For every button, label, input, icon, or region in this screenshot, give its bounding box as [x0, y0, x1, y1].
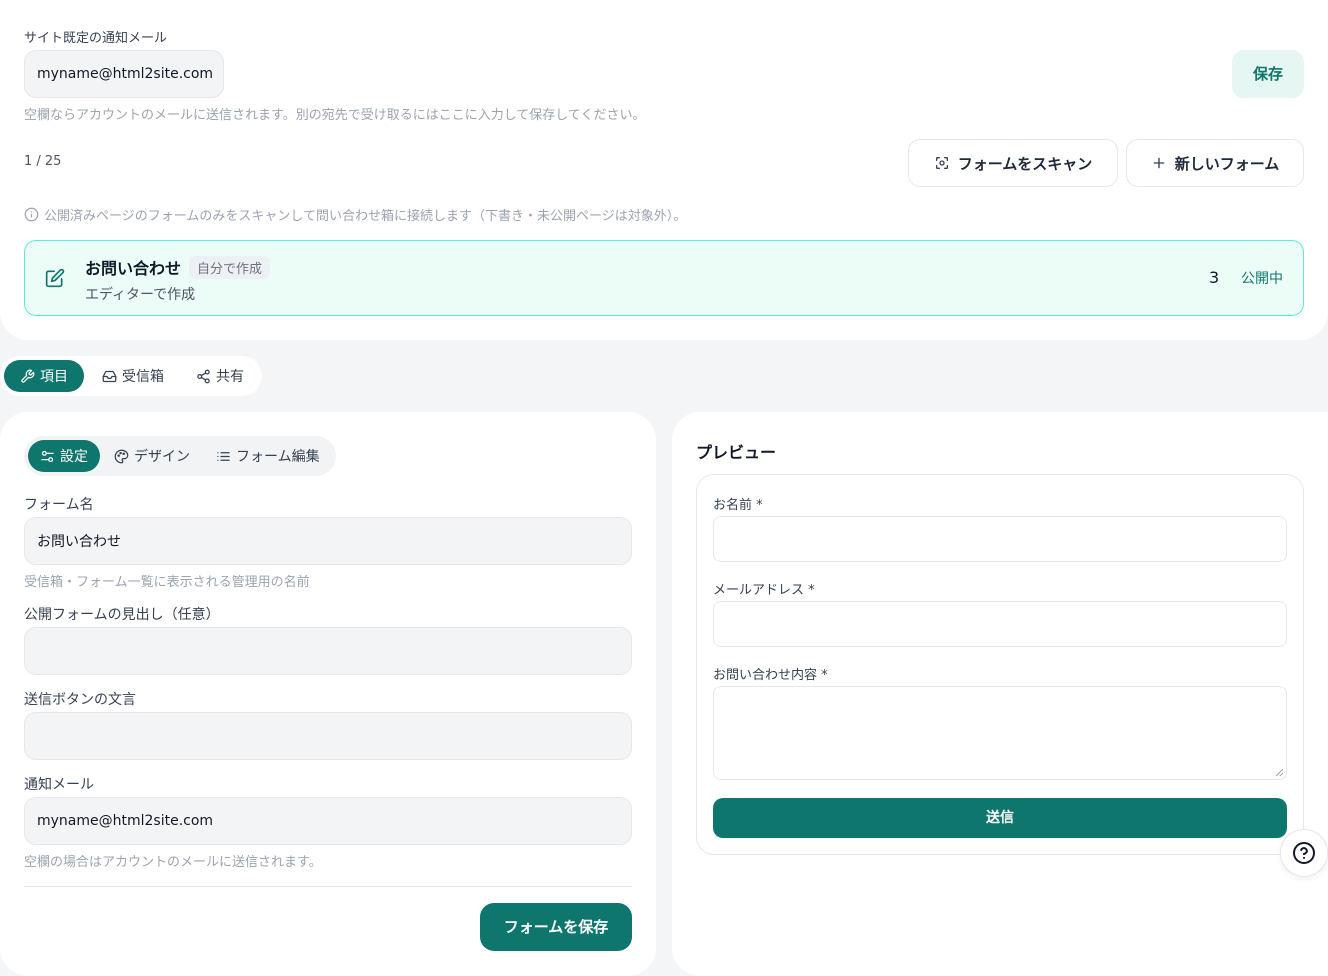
tab-share-label: 共有 [216, 369, 244, 385]
form-name-input[interactable]: お問い合わせ [24, 517, 632, 565]
main-tabs: 項目 受信箱 共有 [0, 356, 262, 396]
subtab-form-edit-label: フォーム編集 [236, 449, 320, 465]
form-item-count: 3 [1209, 268, 1220, 287]
tools-icon [20, 369, 35, 384]
heading-label: 公開フォームの見出し（任意） [24, 607, 220, 623]
notification-settings-card: サイト既定の通知メール myname@html2site.com 保存 空欄なら… [0, 0, 1328, 340]
form-item-status-badge: 公開中 [1241, 271, 1283, 287]
palette-icon [114, 449, 129, 464]
notify-email-field-label: 通知メール [24, 777, 94, 793]
preview-email-input[interactable] [713, 601, 1287, 647]
edit-icon [45, 268, 65, 288]
form-count: 1 / 25 [24, 154, 62, 169]
help-icon [1292, 841, 1316, 865]
form-item-subtitle: エディターで作成 [85, 287, 196, 303]
save-form-button[interactable]: フォームを保存 [480, 903, 632, 951]
notify-email-field-hint: 空欄の場合はアカウントのメールに送信されます。 [24, 855, 322, 870]
inbox-icon [102, 369, 117, 384]
preview-panel: プレビュー お名前 * メールアドレス * お問い合わせ内容 * 送信 [672, 412, 1328, 976]
info-icon [24, 207, 39, 222]
subtab-design-label: デザイン [134, 449, 190, 465]
preview-email-label: メールアドレス * [713, 583, 815, 598]
plus-icon [1151, 155, 1167, 171]
preview-title: プレビュー [696, 443, 777, 462]
preview-form: お名前 * メールアドレス * お問い合わせ内容 * 送信 [696, 474, 1304, 855]
preview-name-input[interactable] [713, 516, 1287, 562]
list-icon [216, 449, 231, 464]
form-editor-panel: 設定 デザイン フォーム編集 フォーム名 お問い合わせ 受信箱・フォーム一覧に表… [0, 412, 656, 976]
form-item-badge: 自分で作成 [189, 255, 271, 279]
tab-inbox[interactable]: 受信箱 [88, 360, 178, 392]
tab-items[interactable]: 項目 [4, 360, 84, 392]
scan-note: 公開済みページのフォームのみをスキャンして問い合わせ箱に接続します（下書き・未公… [24, 205, 686, 224]
tab-share[interactable]: 共有 [182, 360, 258, 392]
form-item-title: お問い合わせ [85, 259, 182, 278]
resize-handle-icon [1275, 768, 1284, 777]
new-form-button[interactable]: 新しいフォーム [1126, 139, 1304, 187]
scan-note-text: 公開済みページのフォームのみをスキャンして問い合わせ箱に接続します（下書き・未公… [44, 209, 687, 224]
subtab-design[interactable]: デザイン [102, 440, 202, 472]
preview-submit-button[interactable]: 送信 [713, 798, 1287, 838]
editor-subtabs: 設定 デザイン フォーム編集 [24, 436, 336, 476]
tab-items-label: 項目 [40, 369, 68, 385]
notify-email-label: サイト既定の通知メール [24, 31, 168, 46]
subtab-settings[interactable]: 設定 [28, 440, 100, 472]
tab-inbox-label: 受信箱 [122, 369, 164, 385]
submit-text-input[interactable] [24, 712, 632, 760]
form-name-label: フォーム名 [24, 497, 94, 513]
subtab-form-edit[interactable]: フォーム編集 [204, 440, 332, 472]
notify-email-hint: 空欄ならアカウントのメールに送信されます。別の宛先で受け取るにはここに入力して保… [24, 108, 646, 123]
notify-email-input[interactable]: myname@html2site.com [24, 50, 224, 98]
scan-forms-label: フォームをスキャン [957, 154, 1093, 173]
preview-message-textarea[interactable] [713, 686, 1287, 780]
subtab-settings-label: 設定 [60, 449, 88, 465]
submit-text-label: 送信ボタンの文言 [24, 692, 136, 708]
heading-input[interactable] [24, 627, 632, 675]
help-button[interactable] [1280, 829, 1328, 877]
form-name-hint: 受信箱・フォーム一覧に表示される管理用の名前 [24, 575, 310, 590]
new-form-label: 新しいフォーム [1174, 154, 1280, 173]
preview-message-label: お問い合わせ内容 * [713, 668, 828, 683]
form-list-item[interactable]: お問い合わせ 自分で作成 エディターで作成 3 公開中 [24, 240, 1304, 316]
notify-email-field[interactable]: myname@html2site.com [24, 797, 632, 845]
save-button[interactable]: 保存 [1232, 50, 1304, 98]
scan-forms-button[interactable]: フォームをスキャン [908, 139, 1118, 187]
sliders-icon [40, 449, 55, 464]
preview-name-label: お名前 * [713, 498, 763, 513]
divider [24, 886, 632, 887]
scan-icon [934, 155, 950, 171]
share-icon [196, 369, 211, 384]
